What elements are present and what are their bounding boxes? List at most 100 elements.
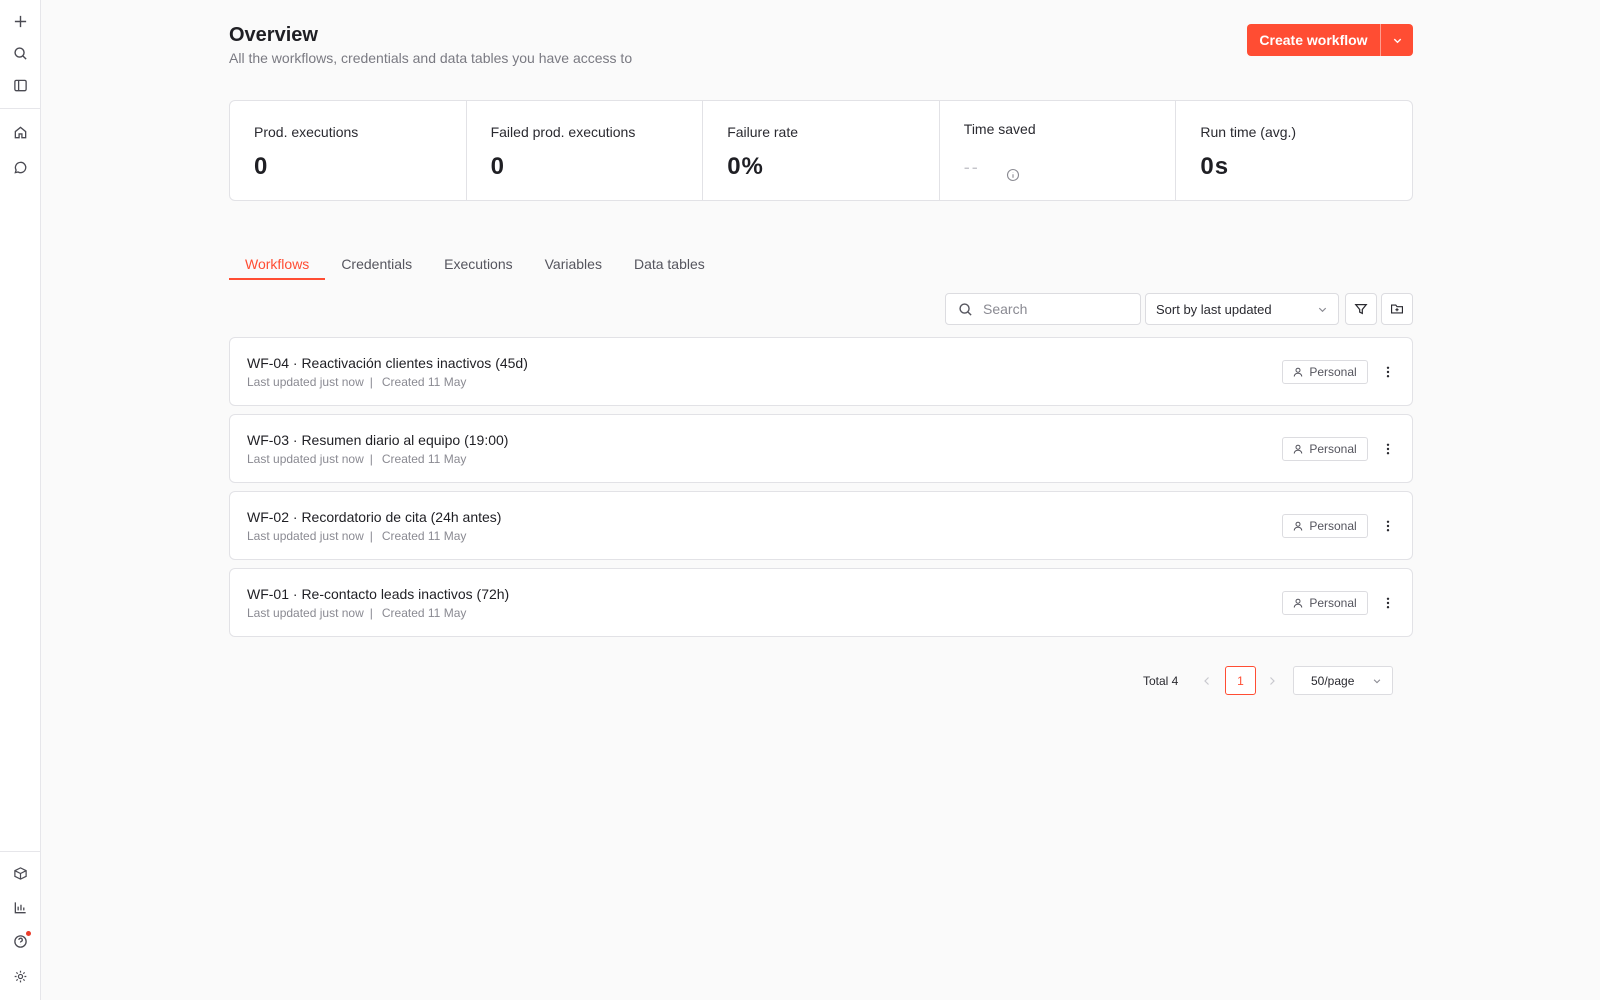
- workflow-card[interactable]: WF-02 · Recordatorio de cita (24h antes)…: [229, 491, 1413, 560]
- stat-failure-rate: Failure rate 0%: [703, 101, 940, 200]
- stat-label: Time saved: [963, 121, 1036, 137]
- workflow-card[interactable]: WF-01 · Re-contacto leads inactivos (72h…: [229, 568, 1413, 637]
- workflow-list: WF-04 · Reactivación clientes inactivos …: [229, 337, 1413, 645]
- workflow-updated: Last updated just now: [247, 452, 364, 466]
- stat-label: Prod. executions: [254, 124, 359, 140]
- tab-executions[interactable]: Executions: [428, 252, 528, 280]
- user-icon: [1294, 598, 1303, 608]
- page-title: Overview: [229, 24, 318, 46]
- search-icon[interactable]: [10, 43, 31, 64]
- user-icon: [1294, 444, 1303, 454]
- page-subtitle: All the workflows, credentials and data …: [229, 50, 633, 66]
- settings-icon[interactable]: [10, 966, 31, 987]
- sidebar-divider: [0, 851, 41, 852]
- owner-label: Personal: [1309, 365, 1357, 379]
- filter-button[interactable]: [1345, 293, 1377, 325]
- filter-icon: [1354, 304, 1368, 315]
- sort-select-value: Sort by last updated: [1156, 301, 1272, 317]
- stat-failed-prod-executions: Failed prod. executions 0: [467, 101, 704, 200]
- chevron-down-icon: [1318, 307, 1327, 312]
- search-input[interactable]: [983, 301, 1123, 317]
- chat-icon[interactable]: [10, 157, 31, 178]
- meta-divider: |: [369, 452, 373, 466]
- stat-prod-executions: Prod. executions 0: [230, 101, 467, 200]
- chevron-down-icon[interactable]: [1381, 24, 1413, 56]
- owner-label: Personal: [1309, 596, 1357, 610]
- stat-run-time: Run time (avg.) 0s: [1176, 101, 1412, 200]
- workflow-meta: Last updated just now | Created 11 May: [247, 529, 466, 543]
- create-workflow-button[interactable]: Create workflow: [1247, 24, 1413, 56]
- owner-badge: Personal: [1282, 591, 1368, 615]
- more-vertical-icon[interactable]: [1376, 437, 1400, 461]
- page-number-current[interactable]: 1: [1225, 666, 1256, 695]
- meta-divider: |: [369, 375, 373, 389]
- sidebar-divider: [0, 108, 41, 109]
- workflow-meta: Last updated just now | Created 11 May: [247, 606, 466, 620]
- stat-value: 0: [254, 153, 269, 180]
- workflow-card[interactable]: WF-04 · Reactivación clientes inactivos …: [229, 337, 1413, 406]
- more-vertical-icon[interactable]: [1376, 591, 1400, 615]
- stat-value: 0%: [727, 153, 764, 180]
- new-folder-button[interactable]: [1381, 293, 1413, 325]
- create-workflow-label[interactable]: Create workflow: [1247, 24, 1381, 56]
- folder-plus-icon: [1391, 304, 1403, 314]
- workflow-created: Created 11 May: [381, 606, 467, 620]
- user-icon: [1294, 367, 1303, 377]
- workflow-name[interactable]: WF-03 · Resumen diario al equipo (19:00): [247, 432, 508, 448]
- workflow-updated: Last updated just now: [247, 606, 364, 620]
- stat-label: Failed prod. executions: [490, 124, 636, 140]
- stat-value: 0s: [1200, 153, 1230, 180]
- workflow-card[interactable]: WF-03 · Resumen diario al equipo (19:00)…: [229, 414, 1413, 483]
- workflow-meta: Last updated just now | Created 11 May: [247, 375, 466, 389]
- page-size-value: 50/page: [1311, 673, 1355, 688]
- info-icon[interactable]: [1006, 168, 1020, 182]
- chevron-down-icon: [1373, 678, 1381, 683]
- tab-workflows[interactable]: Workflows: [229, 252, 326, 280]
- sort-select[interactable]: Sort by last updated: [1145, 293, 1339, 325]
- more-vertical-icon[interactable]: [1376, 360, 1400, 384]
- help-icon[interactable]: [10, 931, 31, 952]
- tab-variables[interactable]: Variables: [529, 252, 618, 280]
- chevron-right-icon[interactable]: [1264, 673, 1280, 689]
- panel-toggle-icon[interactable]: [10, 75, 31, 96]
- home-icon[interactable]: [10, 122, 31, 143]
- notification-dot: [26, 931, 31, 936]
- meta-divider: |: [369, 529, 373, 543]
- app-root: Overview All the workflows, credentials …: [0, 0, 1600, 1000]
- cube-icon[interactable]: [10, 863, 31, 884]
- owner-label: Personal: [1309, 442, 1357, 456]
- workflow-name[interactable]: WF-01 · Re-contacto leads inactivos (72h…: [247, 586, 509, 602]
- user-icon: [1294, 521, 1303, 531]
- workflow-meta: Last updated just now | Created 11 May: [247, 452, 466, 466]
- workflow-name[interactable]: WF-04 · Reactivación clientes inactivos …: [247, 355, 528, 371]
- plus-icon[interactable]: [10, 11, 31, 32]
- meta-divider: |: [369, 606, 373, 620]
- stat-value: 0: [490, 153, 505, 180]
- tab-credentials[interactable]: Credentials: [325, 252, 428, 280]
- more-vertical-icon[interactable]: [1376, 514, 1400, 538]
- workflow-created: Created 11 May: [381, 529, 467, 543]
- owner-badge: Personal: [1282, 514, 1368, 538]
- sidebar: [0, 0, 41, 1000]
- chart-icon[interactable]: [10, 897, 31, 918]
- search-icon: [959, 302, 972, 316]
- stat-label: Failure rate: [727, 124, 798, 140]
- stats-panel: Prod. executions 0 Failed prod. executio…: [229, 100, 1413, 201]
- page-size-select[interactable]: 50/page: [1293, 666, 1393, 695]
- stat-value: --: [963, 157, 980, 177]
- stat-label: Run time (avg.): [1200, 124, 1297, 140]
- workflow-updated: Last updated just now: [247, 375, 364, 389]
- search-box[interactable]: [945, 293, 1141, 325]
- workflow-created: Created 11 May: [381, 375, 467, 389]
- owner-badge: Personal: [1282, 437, 1368, 461]
- workflow-name[interactable]: WF-02 · Recordatorio de cita (24h antes): [247, 509, 501, 525]
- owner-label: Personal: [1309, 519, 1357, 533]
- tab-bar: Workflows Credentials Executions Variabl…: [229, 252, 721, 282]
- owner-badge: Personal: [1282, 360, 1368, 384]
- chevron-left-icon[interactable]: [1199, 673, 1215, 689]
- pagination-total: Total 4: [1143, 674, 1179, 688]
- stat-time-saved: Time saved --: [940, 101, 1177, 200]
- tab-data-tables[interactable]: Data tables: [618, 252, 721, 280]
- workflow-created: Created 11 May: [381, 452, 467, 466]
- workflow-updated: Last updated just now: [247, 529, 364, 543]
